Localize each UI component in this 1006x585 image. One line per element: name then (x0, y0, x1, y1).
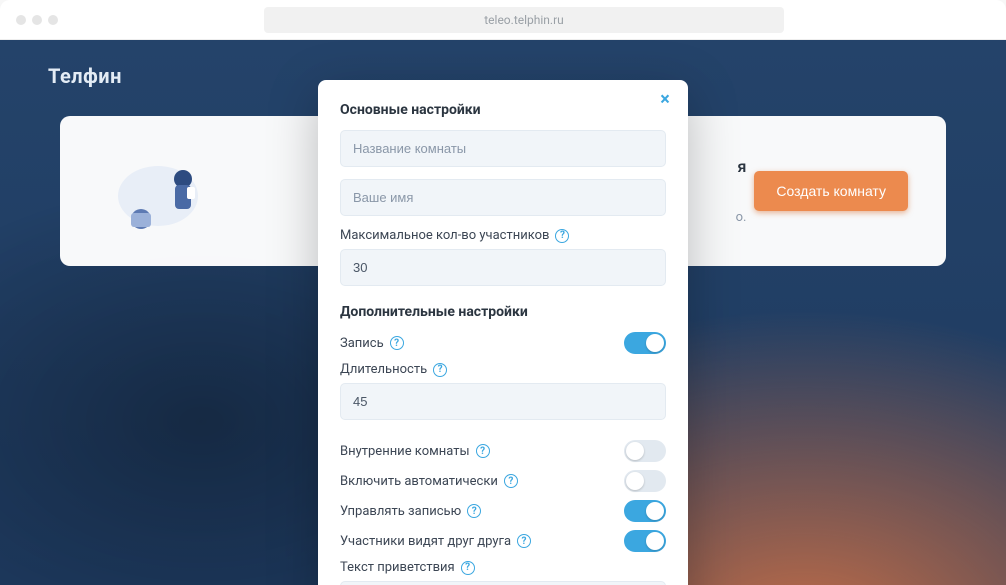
duration-label: Длительность ? (340, 362, 666, 377)
page: Телфин я о. Создать комнату × Основные н… (0, 40, 1006, 585)
window-dots (16, 15, 58, 25)
window-dot (48, 15, 58, 25)
recording-label: Запись ? (340, 336, 404, 351)
see-each-other-label: Участники видят друг друга ? (340, 534, 531, 549)
room-name-input[interactable] (340, 130, 666, 167)
hero-illustration (88, 136, 228, 246)
greeting-input[interactable] (340, 581, 666, 585)
help-icon[interactable]: ? (517, 534, 531, 548)
help-icon[interactable]: ? (467, 504, 481, 518)
recording-toggle[interactable] (624, 332, 666, 354)
help-icon[interactable]: ? (433, 363, 447, 377)
window-dot (16, 15, 26, 25)
window-dot (32, 15, 42, 25)
help-icon[interactable]: ? (476, 444, 490, 458)
manage-recording-label: Управлять записью ? (340, 504, 481, 519)
greeting-label: Текст приветствия ? (340, 560, 666, 575)
max-participants-label: Максимальное кол-во участников ? (340, 228, 666, 243)
create-room-button[interactable]: Создать комнату (754, 171, 908, 211)
help-icon[interactable]: ? (555, 229, 569, 243)
max-participants-input[interactable] (340, 249, 666, 286)
brand-logo: Телфин (48, 64, 122, 88)
close-icon[interactable]: × (654, 88, 676, 110)
duration-input[interactable] (340, 383, 666, 420)
basic-settings-title: Основные настройки (340, 102, 666, 118)
auto-on-label: Включить автоматически ? (340, 474, 518, 489)
help-icon[interactable]: ? (504, 474, 518, 488)
help-icon[interactable]: ? (461, 561, 475, 575)
inner-rooms-toggle[interactable] (624, 440, 666, 462)
help-icon[interactable]: ? (390, 336, 404, 350)
additional-settings-title: Дополнительные настройки (340, 304, 666, 320)
your-name-input[interactable] (340, 179, 666, 216)
manage-recording-toggle[interactable] (624, 500, 666, 522)
inner-rooms-label: Внутренние комнаты ? (340, 444, 490, 459)
browser-chrome: teleo.telphin.ru (0, 0, 1006, 40)
address-bar[interactable]: teleo.telphin.ru (264, 7, 784, 33)
see-each-other-toggle[interactable] (624, 530, 666, 552)
auto-on-toggle[interactable] (624, 470, 666, 492)
settings-modal: × Основные настройки Максимальное кол-во… (318, 80, 688, 585)
